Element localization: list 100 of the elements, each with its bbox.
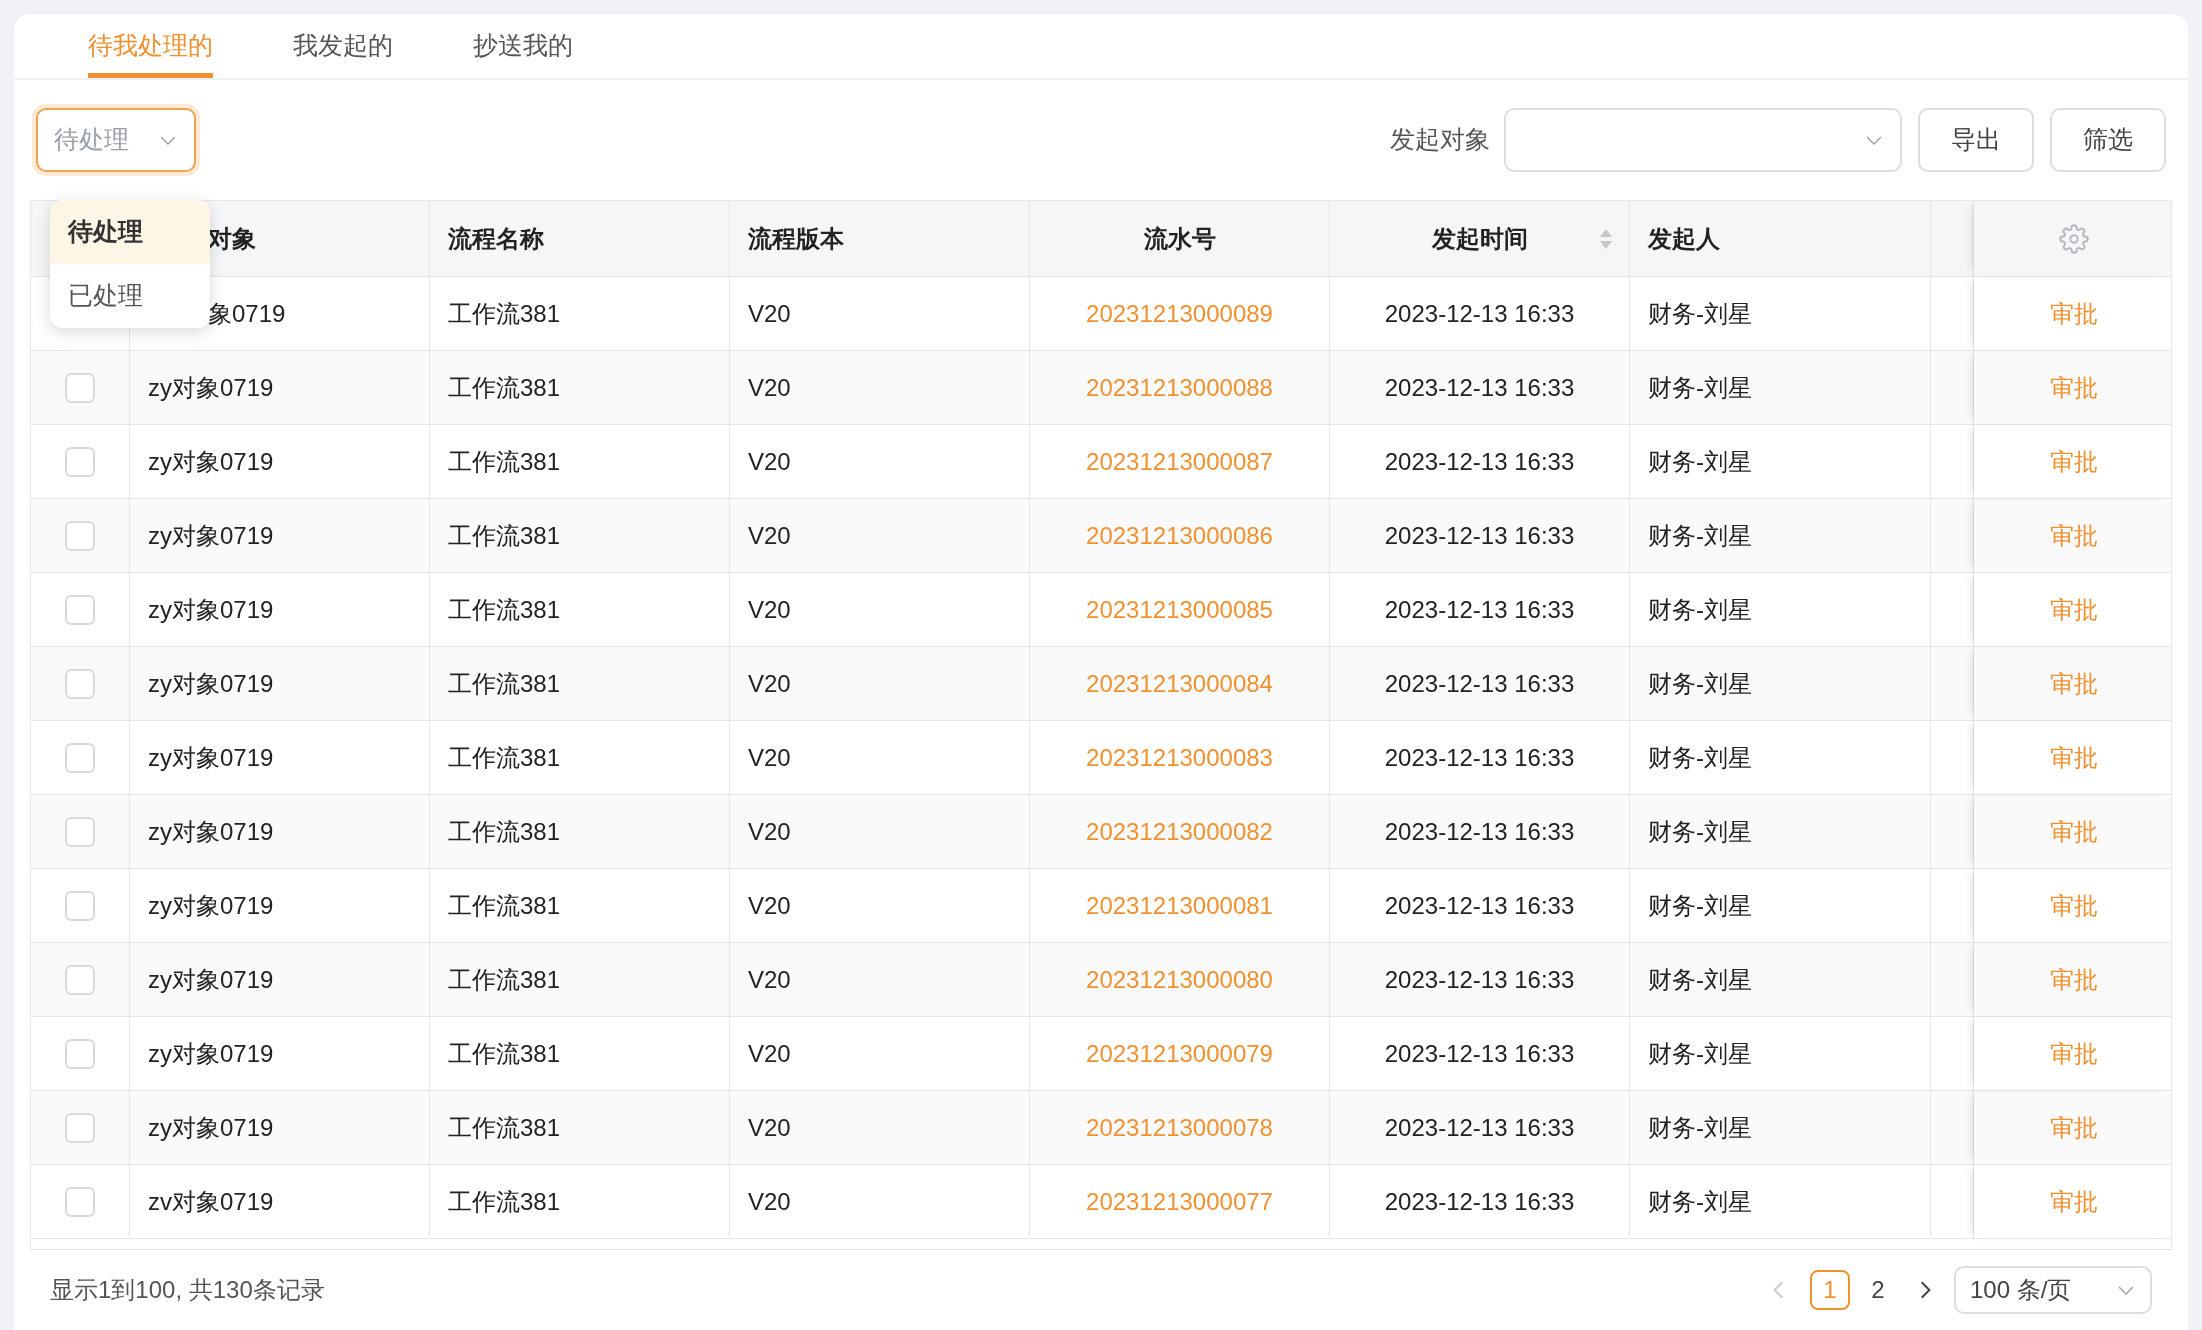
dropdown-option[interactable]: 待处理 <box>50 200 210 264</box>
approve-link[interactable]: 审批 <box>2050 813 2098 850</box>
serial-number-link[interactable]: 20231213000077 <box>1086 1183 1273 1220</box>
table-cell-text: V20 <box>748 964 791 995</box>
serial-number-link[interactable]: 20231213000078 <box>1086 1109 1273 1146</box>
column-header: 发起人 <box>1648 223 1720 254</box>
table-cell-text: 工作流381 <box>448 298 561 329</box>
table-cell-text: V20 <box>748 890 791 921</box>
table-cell-text: 财务-刘星 <box>1648 1112 1752 1143</box>
table-cell-text: V20 <box>748 816 791 847</box>
table-cell-text: zy对象0719 <box>148 446 274 477</box>
page-size-select[interactable]: 100 条/页 <box>1954 1266 2152 1314</box>
serial-number-link[interactable]: 20231213000084 <box>1086 665 1273 702</box>
table-cell-text: 财务-刘星 <box>1648 890 1752 921</box>
serial-number-link[interactable]: 20231213000085 <box>1086 591 1273 628</box>
row-checkbox[interactable] <box>65 372 95 403</box>
table-cell-text: zy对象0719 <box>148 890 274 921</box>
table-cell-text: 财务-刘星 <box>1648 446 1752 477</box>
tab[interactable]: 我发起的 <box>293 14 393 78</box>
column-header: 对象 <box>208 223 256 254</box>
row-checkbox[interactable] <box>65 1038 95 1069</box>
table-cell-text: V20 <box>748 668 791 699</box>
approve-link[interactable]: 审批 <box>2050 443 2098 480</box>
table-cell-text: 2023-12-13 16:33 <box>1384 964 1575 995</box>
row-checkbox[interactable] <box>65 446 95 477</box>
approve-link[interactable]: 审批 <box>2050 517 2098 554</box>
export-button[interactable]: 导出 <box>1918 108 2034 172</box>
table-cell-text: 2023-12-13 16:33 <box>1384 520 1575 551</box>
column-header: 流程名称 <box>448 223 544 254</box>
initiator-label: 发起对象 <box>1390 124 1490 156</box>
row-checkbox[interactable] <box>65 594 95 625</box>
approve-link[interactable]: 审批 <box>2050 369 2098 406</box>
row-checkbox[interactable] <box>65 816 95 847</box>
table-cell-text: V20 <box>748 742 791 773</box>
row-checkbox[interactable] <box>65 742 95 773</box>
column-header: 流水号 <box>1143 223 1216 254</box>
table-cell-text: 工作流381 <box>448 520 561 551</box>
row-checkbox[interactable] <box>65 1186 95 1217</box>
serial-number-link[interactable]: 20231213000089 <box>1086 295 1273 332</box>
table-cell-text: V20 <box>748 1112 791 1143</box>
table-cell-text: 2023-12-13 16:33 <box>1384 594 1575 625</box>
page-button[interactable]: 2 <box>1858 1270 1898 1310</box>
table-cell-text: V20 <box>748 520 791 551</box>
table-cell-text: 财务-刘星 <box>1648 372 1752 403</box>
filter-button[interactable]: 筛选 <box>2050 108 2166 172</box>
table-cell-text: 象0719 <box>208 298 286 329</box>
serial-number-link[interactable]: 20231213000080 <box>1086 961 1273 998</box>
table-cell-text: 2023-12-13 16:33 <box>1384 890 1575 921</box>
approve-link[interactable]: 审批 <box>2050 961 2098 998</box>
row-checkbox[interactable] <box>65 964 95 995</box>
approve-link[interactable]: 审批 <box>2050 887 2098 924</box>
table-cell-text: 财务-刘星 <box>1648 816 1752 847</box>
approve-link[interactable]: 审批 <box>2050 1183 2098 1220</box>
table-cell-text: 财务-刘星 <box>1648 520 1752 551</box>
table-cell-text: 财务-刘星 <box>1648 742 1752 773</box>
table-cell-text: zy对象0719 <box>148 594 274 625</box>
table-cell-text: 工作流381 <box>448 1186 561 1217</box>
table-cell-text: 2023-12-13 16:33 <box>1384 372 1575 403</box>
approve-link[interactable]: 审批 <box>2050 295 2098 332</box>
table-cell-text: zy对象0719 <box>148 1038 274 1069</box>
tab[interactable]: 待我处理的 <box>88 14 213 78</box>
table-cell-text: 工作流381 <box>448 816 561 847</box>
approve-link[interactable]: 审批 <box>2050 665 2098 702</box>
table-cell-text: zy对象0719 <box>148 742 274 773</box>
page-button[interactable]: 1 <box>1810 1270 1850 1310</box>
initiator-select[interactable] <box>1504 108 1902 172</box>
serial-number-link[interactable]: 20231213000088 <box>1086 369 1273 406</box>
table-cell-text: 财务-刘星 <box>1648 1186 1752 1217</box>
row-checkbox[interactable] <box>65 890 95 921</box>
serial-number-link[interactable]: 20231213000086 <box>1086 517 1273 554</box>
row-checkbox[interactable] <box>65 520 95 551</box>
serial-number-link[interactable]: 20231213000079 <box>1086 1035 1273 1072</box>
table-cell-text: 工作流381 <box>448 1038 561 1069</box>
record-summary: 显示1到100, 共130条记录 <box>50 1275 325 1305</box>
row-checkbox[interactable] <box>65 668 95 699</box>
sort-icon[interactable] <box>1599 227 1613 250</box>
table-cell-text: zy对象0719 <box>148 964 274 995</box>
table-cell-text: 财务-刘星 <box>1648 964 1752 995</box>
dropdown-option[interactable]: 已处理 <box>50 264 210 328</box>
table-cell-text: V20 <box>748 372 791 403</box>
row-checkbox[interactable] <box>65 1112 95 1143</box>
approve-link[interactable]: 审批 <box>2050 739 2098 776</box>
approve-link[interactable]: 审批 <box>2050 1109 2098 1146</box>
tab[interactable]: 抄送我的 <box>473 14 573 78</box>
table-cell-text: 工作流381 <box>448 742 561 773</box>
serial-number-link[interactable]: 20231213000083 <box>1086 739 1273 776</box>
table-cell-text: zv对象0719 <box>148 1186 274 1217</box>
table-cell-text: 2023-12-13 16:33 <box>1384 1186 1575 1217</box>
table-cell-text: 2023-12-13 16:33 <box>1384 1112 1575 1143</box>
column-header: 发起时间 <box>1431 223 1528 254</box>
approve-link[interactable]: 审批 <box>2050 591 2098 628</box>
approve-link[interactable]: 审批 <box>2050 1035 2098 1072</box>
serial-number-link[interactable]: 20231213000087 <box>1086 443 1273 480</box>
table-cell-text: 工作流381 <box>448 372 561 403</box>
settings-icon[interactable] <box>2059 223 2089 254</box>
table-cell-text: 工作流381 <box>448 594 561 625</box>
table-cell-text: 2023-12-13 16:33 <box>1384 742 1575 773</box>
serial-number-link[interactable]: 20231213000082 <box>1086 813 1273 850</box>
serial-number-link[interactable]: 20231213000081 <box>1086 887 1273 924</box>
table-cell-text: zy对象0719 <box>148 1112 274 1143</box>
